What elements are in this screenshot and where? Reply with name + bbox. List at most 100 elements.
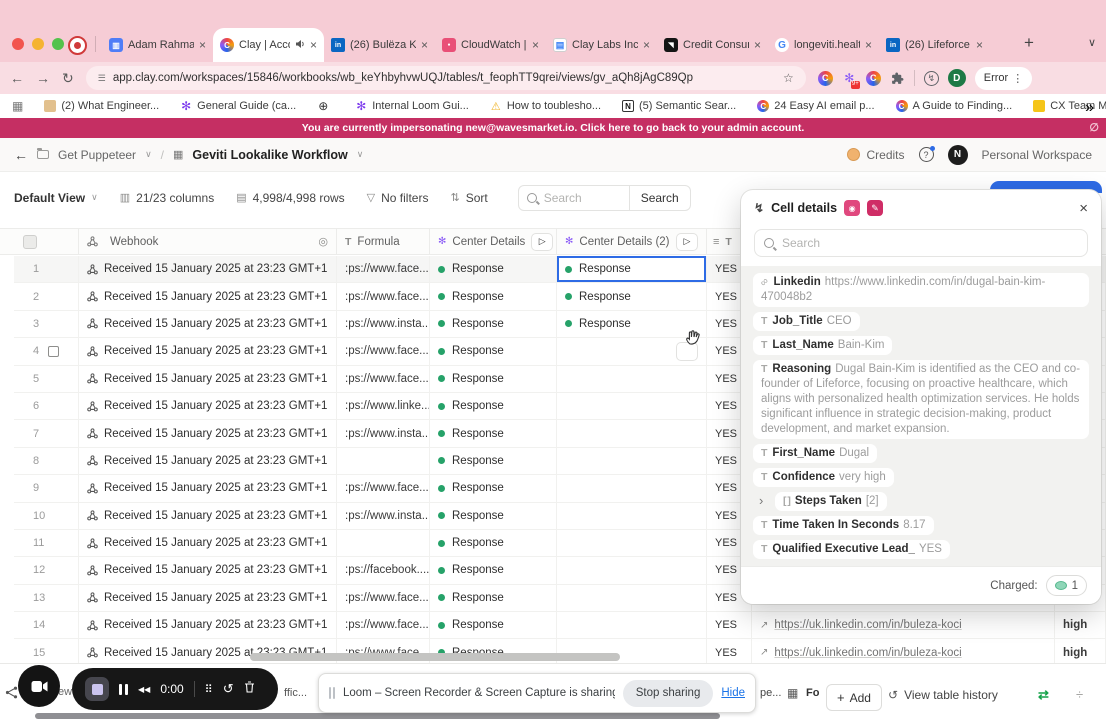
center-details-2-cell[interactable] (557, 584, 707, 612)
filters-button[interactable]: ▽ No filters (367, 191, 429, 205)
formula-cell[interactable]: :ps://facebook.... (337, 557, 430, 584)
row-gutter[interactable]: 13 (14, 584, 79, 612)
window-controls[interactable] (12, 38, 64, 50)
bookmark-item[interactable]: How to toublesho... (490, 100, 601, 112)
site-settings-icon[interactable]: ☰ (98, 73, 106, 84)
select-all-cell[interactable] (14, 229, 79, 254)
columns-button[interactable]: ▥ 21/23 columns (120, 191, 214, 205)
search-input[interactable]: Search (517, 184, 630, 211)
cell-field[interactable]: Time Taken In Seconds8.17 (753, 516, 934, 535)
clay-extension-icon[interactable]: C (865, 70, 881, 86)
center-details-2-cell[interactable]: Response (557, 256, 707, 283)
tab-close-icon[interactable]: × (865, 39, 872, 51)
cell-field[interactable]: Qualified Executive Lead_YES (753, 540, 950, 559)
workbook-title[interactable]: Geviti Lookalike Workflow (192, 148, 347, 162)
horizontal-scrollbar[interactable] (250, 653, 620, 661)
rewind-button[interactable]: ◀◀ (138, 685, 150, 694)
bookmark-item[interactable]: (5) Semantic Sear... (622, 100, 736, 112)
workspace-name[interactable]: Personal Workspace (982, 148, 1093, 162)
center-details-2-cell[interactable] (557, 612, 707, 639)
tab-close-icon[interactable]: × (532, 39, 539, 51)
impersonation-banner[interactable]: You are currently impersonating new@wave… (0, 118, 1106, 138)
impersonation-banner-text[interactable]: You are currently impersonating new@wave… (302, 122, 805, 134)
center-details-cell[interactable]: Response (430, 338, 557, 365)
formula-cell[interactable]: :ps://www.face... (337, 612, 430, 639)
webhook-cell[interactable]: Received 15 January 2025 at 23:23 GMT+1 (79, 365, 337, 392)
row-gutter[interactable]: 14 (14, 612, 79, 639)
bookmark-item[interactable]: CX Team Meeting... (1033, 100, 1106, 112)
formula-cell[interactable]: :ps://www.face... (337, 338, 430, 365)
tab-close-icon[interactable]: × (976, 39, 983, 51)
back-icon[interactable]: ← (10, 71, 24, 85)
effects-grid-icon[interactable]: ⠿ (205, 683, 213, 696)
formula-cell[interactable]: :ps://www.face... (337, 365, 430, 392)
webhook-cell[interactable]: Received 15 January 2025 at 23:23 GMT+1 (79, 338, 337, 365)
drag-handle-icon[interactable] (329, 687, 335, 699)
close-window-button[interactable] (12, 38, 24, 50)
formula-cell[interactable] (337, 447, 430, 475)
center-details-2-cell[interactable] (557, 529, 707, 557)
minimize-window-button[interactable] (32, 38, 44, 50)
delete-recording-icon[interactable] (244, 680, 255, 698)
webhook-cell[interactable]: Received 15 January 2025 at 23:23 GMT+1 (79, 529, 337, 557)
center-details-cell[interactable]: Response (430, 612, 557, 639)
row-gutter[interactable]: 2 (14, 283, 79, 310)
tab-close-icon[interactable]: × (421, 39, 428, 51)
maximize-window-button[interactable] (52, 38, 64, 50)
webhook-cell[interactable]: Received 15 January 2025 at 23:23 GMT+1 (79, 502, 337, 529)
webhook-cell[interactable]: Received 15 January 2025 at 23:23 GMT+1 (79, 447, 337, 475)
close-icon[interactable]: × (1079, 200, 1088, 217)
confidence-cell[interactable]: high (1055, 612, 1106, 639)
center-details-2-cell[interactable]: Response (557, 283, 707, 310)
error-button[interactable]: Error ⋮ (974, 66, 1033, 90)
center-details-2-cell[interactable] (557, 392, 707, 420)
row-gutter[interactable]: 11 (14, 529, 79, 557)
linkedin-url-cell[interactable]: ↗ https://uk.linkedin.com/in/buleza-koci (752, 639, 1055, 666)
bookmark-item[interactable]: General Guide (ca... (180, 100, 296, 112)
center-details-cell[interactable]: Response (430, 365, 557, 392)
webhook-cell[interactable]: Received 15 January 2025 at 23:23 GMT+1 (79, 283, 337, 310)
formula-cell[interactable]: :ps://www.face... (337, 256, 430, 283)
row-gutter[interactable]: 10 (14, 502, 79, 529)
center-details-cell[interactable]: Response (430, 392, 557, 420)
browser-tab[interactable]: Adam Rahman × (102, 28, 213, 62)
chevron-down-icon[interactable]: ∨ (357, 149, 364, 160)
credits-button[interactable]: Credits (847, 148, 905, 162)
webhook-cell[interactable]: Received 15 January 2025 at 23:23 GMT+1 (79, 310, 337, 338)
stop-sharing-button[interactable]: Stop sharing (622, 679, 714, 707)
browser-tab[interactable]: (26) Lifeforce × (879, 28, 990, 62)
browser-tab[interactable]: (26) Bulëza Ko × (324, 28, 435, 62)
cell-field[interactable]: Last_NameBain-Kim (753, 336, 893, 355)
row-gutter[interactable]: 7 (14, 420, 79, 447)
center-details-cell[interactable]: Response (430, 310, 557, 338)
tab-close-icon[interactable]: × (310, 39, 317, 51)
badged-extension-icon[interactable]: ✻ 9+ (842, 71, 860, 89)
clay-extension-icon[interactable]: C (817, 70, 833, 86)
speed-extension-icon[interactable]: ↯ (923, 70, 939, 86)
bookmark-item[interactable]: 24 Easy AI email p... (757, 100, 875, 112)
webhook-cell[interactable]: Received 15 January 2025 at 23:23 GMT+1 (79, 256, 337, 283)
browser-tab[interactable]: Clay | Acco × (213, 28, 324, 62)
formula-cell[interactable]: :ps://www.face... (337, 584, 430, 612)
cell-field[interactable]: Steps Taken[2] (759, 492, 887, 511)
view-selector[interactable]: Default View ∨ (14, 191, 98, 205)
webhook-cell[interactable]: Received 15 January 2025 at 23:23 GMT+1 (79, 612, 337, 639)
formula-cell[interactable]: :ps://www.face... (337, 475, 430, 502)
webhook-cell[interactable]: Received 15 January 2025 at 23:23 GMT+1 (79, 475, 337, 502)
row-gutter[interactable]: 5 (14, 365, 79, 392)
run-column-button[interactable]: ▷ (531, 232, 554, 251)
webhook-cell[interactable]: Received 15 January 2025 at 23:23 GMT+1 (79, 420, 337, 447)
extensions-puzzle-icon[interactable] (890, 71, 905, 86)
expand-row-icon[interactable] (48, 345, 60, 357)
cell-field[interactable]: Linkedinhttps://www.linkedin.com/in/duga… (753, 273, 1089, 307)
formula-cell[interactable]: :ps://www.insta... (337, 310, 430, 338)
row-gutter[interactable]: 8 (14, 447, 79, 475)
run-column-button[interactable]: ▷ (676, 232, 698, 251)
help-icon[interactable]: ? (918, 146, 935, 162)
new-tab-button[interactable]: + (1024, 33, 1034, 53)
column-header-webhook[interactable]: Webhook ◎ (79, 229, 337, 254)
back-arrow-icon[interactable]: ← (14, 147, 28, 163)
formula-cell[interactable]: :ps://www.linke... (337, 392, 430, 420)
row-gutter[interactable]: 1 (14, 256, 79, 283)
panel-search-input[interactable]: Search (754, 229, 1088, 257)
